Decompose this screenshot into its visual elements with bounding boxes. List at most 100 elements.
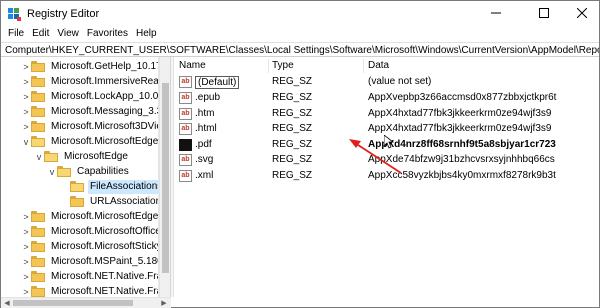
registry-editor-icon	[8, 8, 21, 21]
tree-hscroll-thumb[interactable]	[13, 300, 133, 306]
expand-chevron-icon[interactable]: >	[21, 119, 31, 134]
tree-item[interactable]: > Microsoft.Messaging_3.38.	[21, 104, 159, 119]
pane-splitter[interactable]	[171, 57, 174, 297]
value-row[interactable]: ab .epub REG_SZ AppXvepbp3z66accmsd0x877…	[175, 91, 599, 106]
column-divider[interactable]	[363, 59, 364, 73]
expand-chevron-icon[interactable]: >	[21, 269, 31, 284]
value-name: .html	[195, 123, 217, 134]
string-value-icon	[179, 139, 192, 151]
value-row[interactable]: ab (Default) REG_SZ (value not set)	[175, 75, 599, 90]
tree-item-label: Capabilities	[77, 165, 129, 177]
string-value-icon: ab	[179, 154, 192, 166]
tree-vertical-scrollbar[interactable]	[159, 57, 171, 297]
address-path[interactable]: Computer\HKEY_CURRENT_USER\SOFTWARE\Clas…	[5, 44, 599, 56]
tree-scroll-thumb[interactable]	[162, 83, 169, 273]
value-row[interactable]: ab .htm REG_SZ AppX4hxtad77fbk3jkkeerkrm…	[175, 107, 599, 122]
value-name: .epub	[195, 92, 221, 103]
menu-favorites[interactable]: Favorites	[83, 27, 132, 42]
value-name-edit-field[interactable]: (Default)	[195, 76, 240, 89]
column-header-data[interactable]: Data	[368, 60, 389, 71]
folder-open-icon	[57, 166, 71, 177]
expand-chevron-icon[interactable]: >	[21, 104, 31, 119]
tree-item[interactable]: > Microsoft.NET.Native.Fram	[21, 284, 159, 297]
tree-item[interactable]: URLAssociations	[60, 194, 159, 209]
folder-icon	[31, 271, 45, 282]
folder-icon	[31, 121, 45, 132]
tree-item-label: Microsoft.MicrosoftOfficeH	[51, 225, 159, 237]
menu-view[interactable]: View	[53, 27, 83, 42]
expand-chevron-icon[interactable]: >	[21, 254, 31, 269]
title-bar[interactable]: Registry Editor	[1, 1, 599, 27]
value-data: AppX4hxtad77fbk3jkkeerkrm0ze94wjf3s9	[368, 123, 552, 134]
menu-help[interactable]: Help	[132, 27, 161, 42]
menu-edit[interactable]: Edit	[28, 27, 53, 42]
value-data: AppX4hxtad77fbk3jkkeerkrm0ze94wjf3s9	[368, 108, 552, 119]
folder-open-icon	[31, 136, 45, 147]
value-type: REG_SZ	[272, 170, 313, 181]
tree-item[interactable]: > Microsoft.MicrosoftOfficeH	[21, 224, 159, 239]
registry-editor-window: Registry Editor File Edit View Favorites…	[0, 0, 600, 308]
values-header: Name Type Data	[175, 59, 599, 73]
expand-chevron-icon[interactable]: >	[21, 74, 31, 89]
column-header-type[interactable]: Type	[272, 60, 294, 71]
value-type: REG_SZ	[272, 123, 313, 134]
tree-item[interactable]: v MicrosoftEdge	[34, 149, 130, 164]
collapse-chevron-icon[interactable]: v	[21, 134, 31, 149]
menu-bar: File Edit View Favorites Help	[1, 27, 599, 42]
value-type: REG_SZ	[272, 76, 313, 87]
tree-item-label: Microsoft.NET.Native.Fram	[51, 270, 159, 282]
tree-item-label: Microsoft.MSPaint_5.1808.	[51, 255, 158, 267]
tree-item[interactable]: > Microsoft.NET.Native.Fram	[21, 269, 159, 284]
collapse-chevron-icon[interactable]: v	[34, 149, 44, 164]
tree-item[interactable]: > Microsoft.MSPaint_5.1808.	[21, 254, 158, 269]
folder-icon	[70, 196, 84, 207]
tree-item-label: Microsoft.Messaging_3.38.	[51, 105, 159, 117]
expand-chevron-icon[interactable]: >	[21, 239, 31, 254]
expand-chevron-icon[interactable]: >	[21, 89, 31, 104]
value-type: REG_SZ	[272, 139, 313, 150]
tree-item[interactable]: > Microsoft.LockApp_10.0.17	[21, 89, 159, 104]
tree-item-label: URLAssociations	[90, 195, 159, 207]
tree-item[interactable]: > Microsoft.MicrosoftStickyN	[21, 239, 159, 254]
folder-icon	[31, 211, 45, 222]
scroll-left-icon[interactable]: ◀	[2, 298, 12, 308]
menu-file[interactable]: File	[4, 27, 28, 42]
maximize-button[interactable]	[527, 1, 561, 25]
tree-item[interactable]: v Capabilities	[47, 164, 131, 179]
column-header-name[interactable]: Name	[179, 60, 206, 71]
tree-item-label: Microsoft.NET.Native.Fram	[51, 285, 159, 297]
expand-chevron-icon[interactable]: >	[21, 209, 31, 224]
mouse-cursor-icon	[384, 135, 394, 149]
value-name: .xml	[195, 170, 214, 181]
tree-item-label: Microsoft.GetHelp_10.1706	[51, 60, 158, 72]
tree-item-label: Microsoft.LockApp_10.0.17	[51, 90, 159, 102]
expand-chevron-icon[interactable]: >	[21, 59, 31, 74]
tree-item[interactable]: > Microsoft.GetHelp_10.1706	[21, 59, 158, 74]
value-type: REG_SZ	[272, 154, 313, 165]
key-tree[interactable]: > Microsoft.GetHelp_10.1706 > Microsoft.…	[1, 57, 159, 297]
string-value-icon: ab	[179, 170, 192, 182]
scroll-right-icon[interactable]: ▶	[159, 298, 169, 308]
expand-chevron-icon[interactable]: >	[21, 224, 31, 239]
tree-item-label: Microsoft.MicrosoftStickyN	[51, 240, 159, 252]
tree-item[interactable]: > Microsoft.ImmersiveReade	[21, 74, 158, 89]
values-list[interactable]: Name Type Data ab (Default) REG_SZ (valu…	[175, 57, 599, 307]
collapse-chevron-icon[interactable]: v	[47, 164, 57, 179]
close-button[interactable]	[565, 1, 599, 25]
value-data: (value not set)	[368, 76, 432, 87]
tree-horizontal-scrollbar[interactable]: ◀ ▶	[1, 297, 171, 308]
string-value-icon: ab	[179, 108, 192, 120]
tree-item[interactable]: > Microsoft.MicrosoftEdgeD	[21, 209, 158, 224]
annotation-arrow-icon	[349, 139, 402, 174]
expand-chevron-icon[interactable]: >	[21, 284, 31, 297]
value-name: .pdf	[195, 139, 212, 150]
tree-item[interactable]: > Microsoft.Microsoft3DView	[21, 119, 158, 134]
column-divider[interactable]	[268, 59, 269, 73]
minimize-button[interactable]	[479, 1, 513, 25]
close-icon	[577, 8, 587, 18]
address-bar[interactable]: Computer\HKEY_CURRENT_USER\SOFTWARE\Clas…	[1, 42, 599, 57]
tree-item-selected[interactable]: FileAssociations	[60, 179, 158, 194]
folder-icon	[31, 226, 45, 237]
tree-item[interactable]: v Microsoft.MicrosoftEdge_4	[21, 134, 158, 149]
